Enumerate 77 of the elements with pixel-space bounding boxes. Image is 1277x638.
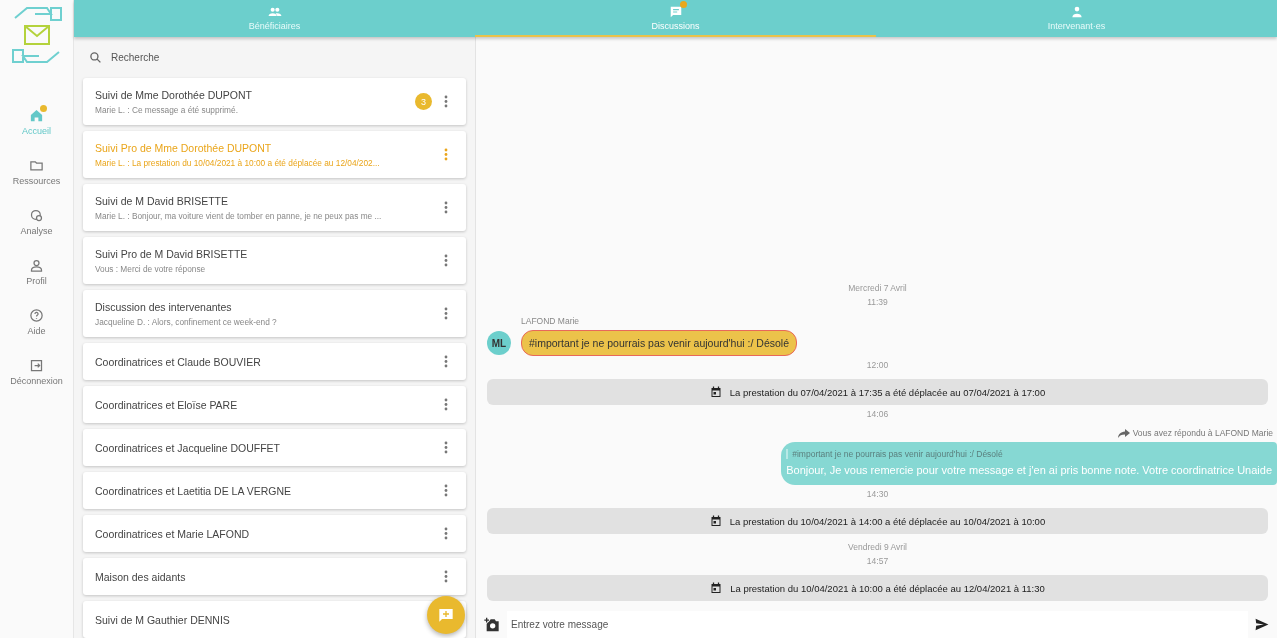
calendar-icon xyxy=(709,386,722,398)
calendar-icon xyxy=(709,515,722,527)
more-icon[interactable] xyxy=(444,307,448,320)
conversation-item[interactable]: Coordinatrices et Marie LAFOND xyxy=(83,515,466,552)
search-field[interactable]: Recherche xyxy=(111,52,411,63)
reply-note: Vous avez répondu à LAFOND Marie xyxy=(1132,428,1273,438)
conversation-item[interactable]: Discussion des intervenantes Jacqueline D. : Alors, confinement ce week-end ? xyxy=(83,290,466,337)
nav-item[interactable]: Aide xyxy=(0,308,73,346)
conversation-title: Suivi Pro de Mme Dorothée DUPONT xyxy=(95,141,273,154)
conversation-title: Maison des aidants xyxy=(95,570,187,583)
conversation-item[interactable]: Coordinatrices et Laetitia DE LA VERGNE xyxy=(83,472,466,509)
chat-icon xyxy=(668,4,683,19)
conversation-title: Suivi de M David BRISETTE xyxy=(95,194,230,207)
conversation-item[interactable]: Coordinatrices et Jacqueline DOUFFET xyxy=(83,429,466,466)
more-icon[interactable] xyxy=(444,570,448,583)
conversation-title: Suivi de Mme Dorothée DUPONT xyxy=(95,88,253,101)
conversation-title: Coordinatrices et Jacqueline DOUFFET xyxy=(95,441,281,454)
search-icon xyxy=(89,51,102,64)
send-icon[interactable] xyxy=(1255,618,1269,631)
conversation-title: Suivi de M Gauthier DENNIS xyxy=(95,613,231,626)
more-icon[interactable] xyxy=(444,527,448,540)
more-icon[interactable] xyxy=(444,484,448,497)
folder-icon xyxy=(29,158,44,173)
time-label: 11:39 xyxy=(867,297,888,307)
time-label: 14:06 xyxy=(866,409,889,419)
more-icon[interactable] xyxy=(444,441,448,454)
conversation-item[interactable]: Suivi de M Gauthier DENNIS xyxy=(83,601,466,638)
conversation-title: Suivi Pro de M David BRISETTE xyxy=(95,247,249,260)
reply-arrow-icon xyxy=(1117,428,1130,438)
conversation-preview: Vous : Merci de votre réponse xyxy=(95,263,207,274)
more-icon[interactable] xyxy=(444,254,448,267)
quoted-message: #important je ne pourrais pas venir aujourd'hui :/ Désolé xyxy=(786,449,1272,459)
nav-item[interactable]: Profil xyxy=(0,258,73,296)
chat-add-icon xyxy=(438,607,454,623)
message-text: Bonjour, Je vous remercie pour votre message et j'en ai pris bonne note. Votre coordinatrice Unaide xyxy=(786,464,1272,476)
time-label: 12:00 xyxy=(866,360,889,370)
conversation-item[interactable]: Suivi de Mme Dorothée DUPONT Marie L. : Ce message a été supprimé. 3 xyxy=(83,78,466,125)
conversation-title: Coordinatrices et Marie LAFOND xyxy=(95,527,251,540)
event-text: La prestation du 10/04/2021 à 14:00 a été déplacée au 10/04/2021 à 10:00 xyxy=(729,515,1046,527)
conversation-item[interactable]: Suivi de M David BRISETTE Marie L. : Bonjour, ma voiture vient de tomber en panne, je ne peux pas me ... xyxy=(83,184,466,231)
message-bubble: #important je ne pourrais pas venir aujourd'hui :/ Désolé xyxy=(521,330,797,356)
help-icon xyxy=(29,308,44,323)
conversation-title: Coordinatrices et Eloïse PARE xyxy=(95,398,239,411)
event-text: La prestation du 07/04/2021 à 17:35 a été déplacée au 07/04/2021 à 17:00 xyxy=(729,386,1046,398)
author-name: LAFOND Marie xyxy=(521,316,581,326)
date-label: Vendredi 9 Avril xyxy=(848,542,907,552)
conversation-preview: Marie L. : La prestation du 10/04/2021 à 10:00 a été déplacée au 12/04/202... xyxy=(95,157,381,168)
conversation-preview: Jacqueline D. : Alors, confinement ce week-end ? xyxy=(95,316,278,327)
conversation-item[interactable]: Maison des aidants xyxy=(83,558,466,595)
conversation-item[interactable]: Coordinatrices et Claude BOUVIER xyxy=(83,343,466,380)
chart-icon xyxy=(29,208,44,223)
logout-icon xyxy=(29,358,44,373)
more-icon[interactable] xyxy=(444,95,448,108)
more-icon[interactable] xyxy=(444,398,448,411)
time-label: 14:30 xyxy=(866,489,889,499)
add-photo-icon[interactable] xyxy=(484,617,500,632)
nav-item[interactable]: Déconnexion xyxy=(0,358,73,396)
conversation-title: Coordinatrices et Claude BOUVIER xyxy=(95,355,262,368)
nav-item[interactable]: Ressources xyxy=(0,158,73,196)
unread-count: 3 xyxy=(415,93,432,110)
more-icon[interactable] xyxy=(444,355,448,368)
conversation-title: Coordinatrices et Laetitia DE LA VERGNE xyxy=(95,484,293,497)
event-text: La prestation du 10/04/2021 à 10:00 a été déplacée au 12/04/2021 à 11:30 xyxy=(730,582,1045,594)
calendar-icon xyxy=(710,582,723,594)
conversation-item[interactable]: Coordinatrices et Eloïse PARE xyxy=(83,386,466,423)
conversation-preview: Marie L. : Ce message a été supprimé. xyxy=(95,104,239,115)
time-label: 14:57 xyxy=(866,556,889,566)
avatar: ML xyxy=(487,331,511,355)
conversation-preview: Marie L. : Bonjour, ma voiture vient de tomber en panne, je ne peux pas me ... xyxy=(95,210,383,221)
more-icon[interactable] xyxy=(444,201,448,214)
conversation-title: Discussion des intervenantes xyxy=(95,300,233,313)
person-icon xyxy=(29,258,44,273)
conversation-item[interactable]: Suivi Pro de M David BRISETTE Vous : Merci de votre réponse xyxy=(83,237,466,284)
date-label: Mercredi 7 Avril xyxy=(848,283,907,293)
home-icon xyxy=(29,108,44,123)
message-field[interactable]: Entrez votre message xyxy=(507,611,1248,638)
nav-item[interactable]: Analyse xyxy=(0,208,73,246)
